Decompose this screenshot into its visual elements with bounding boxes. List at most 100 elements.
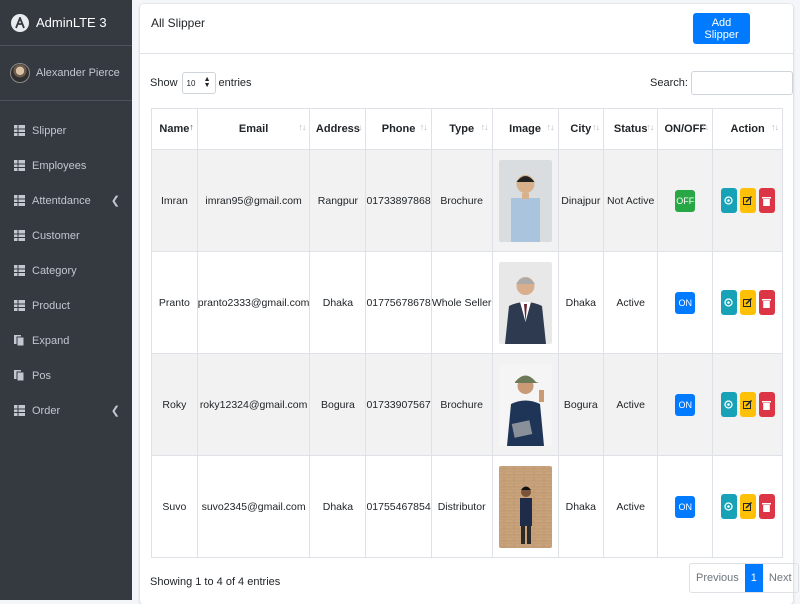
slipper-photo xyxy=(498,363,552,446)
status-toggle-button[interactable]: OFF xyxy=(675,189,696,212)
sidebar-item-label: Product xyxy=(32,299,70,312)
edit-icon xyxy=(743,400,753,409)
status-toggle-button[interactable]: ON xyxy=(675,495,696,518)
cell-address: Bogura xyxy=(309,353,367,456)
cell-city: Dhaka xyxy=(557,455,605,558)
table-row: Imran imran95@gmail.com Rangpur 01733897… xyxy=(151,149,783,252)
page-title: All Slipper xyxy=(151,16,206,30)
sidebar-item-customer[interactable]: Customer xyxy=(0,218,132,253)
sidebar-item-category[interactable]: Category xyxy=(0,253,132,288)
delete-button[interactable] xyxy=(758,188,775,213)
slipper-table: Name ↑ Email ↑↓ Address ↑↓ Phone ↑↓ Type ↑↓ I… xyxy=(151,108,783,558)
column-header-address[interactable]: Address ↑↓ xyxy=(309,108,367,150)
column-header-onoff[interactable]: ON/OFF ↑↓ xyxy=(657,108,714,150)
column-header-phone[interactable]: Phone ↑↓ xyxy=(365,108,432,150)
column-header-city[interactable]: City ↑↓ xyxy=(557,108,605,150)
table-icon xyxy=(14,405,25,416)
chevron-left-icon: ❮ xyxy=(110,195,120,207)
user-panel[interactable]: Alexander Pierce xyxy=(0,46,132,101)
brand-name: AdminLTE 3 xyxy=(36,15,107,30)
brand-link[interactable]: AdminLTE 3 xyxy=(0,0,132,46)
cell-address: Dhaka xyxy=(309,455,367,558)
cell-toggle: OFF xyxy=(657,149,714,252)
cell-city: Bogura xyxy=(557,353,605,456)
trash-icon xyxy=(762,196,772,206)
cell-action xyxy=(712,149,783,252)
eye-icon xyxy=(724,502,733,511)
table-row: Roky roky12324@gmail.com Bogura 01733907… xyxy=(151,353,783,456)
previous-page-button[interactable]: Previous xyxy=(690,564,745,592)
status-toggle-button[interactable]: ON xyxy=(675,291,696,314)
sidebar-item-slipper[interactable]: Slipper xyxy=(0,113,132,148)
cell-action xyxy=(712,455,783,558)
view-button[interactable] xyxy=(720,188,737,213)
cell-email: roky12324@gmail.com xyxy=(196,353,311,456)
table-info: Showing 1 to 4 of 4 entries xyxy=(150,576,281,588)
cell-toggle: ON xyxy=(657,251,714,354)
column-header-name[interactable]: Name ↑ xyxy=(151,108,198,150)
entries-select[interactable]: 10 ▲ ▼ xyxy=(181,72,216,94)
add-slipper-button[interactable]: Add Slipper xyxy=(693,13,750,44)
status-toggle-button[interactable]: ON xyxy=(675,393,696,416)
cell-phone: 01755467854 xyxy=(365,455,432,558)
edit-button[interactable] xyxy=(739,494,756,519)
cell-status: Active xyxy=(603,251,659,354)
column-header-action[interactable]: Action ↑↓ xyxy=(712,108,783,150)
sidebar-item-employees[interactable]: Employees xyxy=(0,148,132,183)
sort-icon: ↑↓ xyxy=(298,122,306,132)
view-button[interactable] xyxy=(720,392,737,417)
cell-image xyxy=(491,149,559,252)
slipper-photo xyxy=(498,159,552,242)
sidebar-item-label: Expand xyxy=(32,334,70,347)
table-icon xyxy=(14,195,25,206)
sort-icon: ↑↓ xyxy=(354,122,362,132)
view-button[interactable] xyxy=(720,290,737,315)
eye-icon xyxy=(724,196,733,205)
copy-icon xyxy=(14,335,25,347)
sidebar-item-attentdance[interactable]: Attentdance ❮ xyxy=(0,183,132,218)
sidebar-item-order[interactable]: Order ❮ xyxy=(0,393,132,428)
cell-type: Whole Seller xyxy=(430,251,493,354)
chevron-left-icon: ❮ xyxy=(110,405,120,417)
edit-button[interactable] xyxy=(739,290,756,315)
eye-icon xyxy=(724,400,733,409)
cell-action xyxy=(712,251,783,354)
delete-button[interactable] xyxy=(758,494,775,519)
sidebar-item-label: Employees xyxy=(32,159,87,172)
edit-button[interactable] xyxy=(739,188,756,213)
column-header-status[interactable]: Status ↑↓ xyxy=(603,108,659,150)
column-header-image[interactable]: Image ↑↓ xyxy=(491,108,559,150)
table-icon xyxy=(14,300,25,311)
sort-icon: ↑↓ xyxy=(701,122,709,132)
view-button[interactable] xyxy=(720,494,737,519)
cell-email: pranto2333@gmail.com xyxy=(196,251,311,354)
sidebar-item-product[interactable]: Product xyxy=(0,288,132,323)
entries-value: 10 xyxy=(186,78,196,88)
table-icon xyxy=(14,125,25,136)
slipper-photo xyxy=(498,465,552,548)
user-name: Alexander Pierce xyxy=(36,67,120,79)
sidebar-item-pos[interactable]: Pos xyxy=(0,358,132,393)
sort-icon: ↑↓ xyxy=(546,122,555,132)
column-header-email[interactable]: Email ↑↓ xyxy=(196,108,311,150)
cell-email: suvo2345@gmail.com xyxy=(196,455,311,558)
trash-icon xyxy=(762,400,772,410)
trash-icon xyxy=(762,502,772,512)
cell-toggle: ON xyxy=(657,353,714,456)
delete-button[interactable] xyxy=(758,392,775,417)
sort-icon: ↑↓ xyxy=(592,122,600,132)
search-input[interactable] xyxy=(690,71,793,95)
entries-label: entries xyxy=(218,77,252,89)
next-page-button[interactable]: Next xyxy=(763,564,798,592)
page-1-button[interactable]: 1 xyxy=(744,564,763,592)
column-header-type[interactable]: Type ↑↓ xyxy=(430,108,493,150)
search-label: Search: xyxy=(650,77,688,89)
sidebar-item-expand[interactable]: Expand xyxy=(0,323,132,358)
copy-icon xyxy=(14,370,25,382)
edit-icon xyxy=(743,502,753,511)
edit-button[interactable] xyxy=(739,392,756,417)
cell-name: Pranto xyxy=(151,251,198,354)
search-control: Search: xyxy=(650,71,793,95)
cell-phone: 01775678678 xyxy=(365,251,432,354)
delete-button[interactable] xyxy=(758,290,775,315)
